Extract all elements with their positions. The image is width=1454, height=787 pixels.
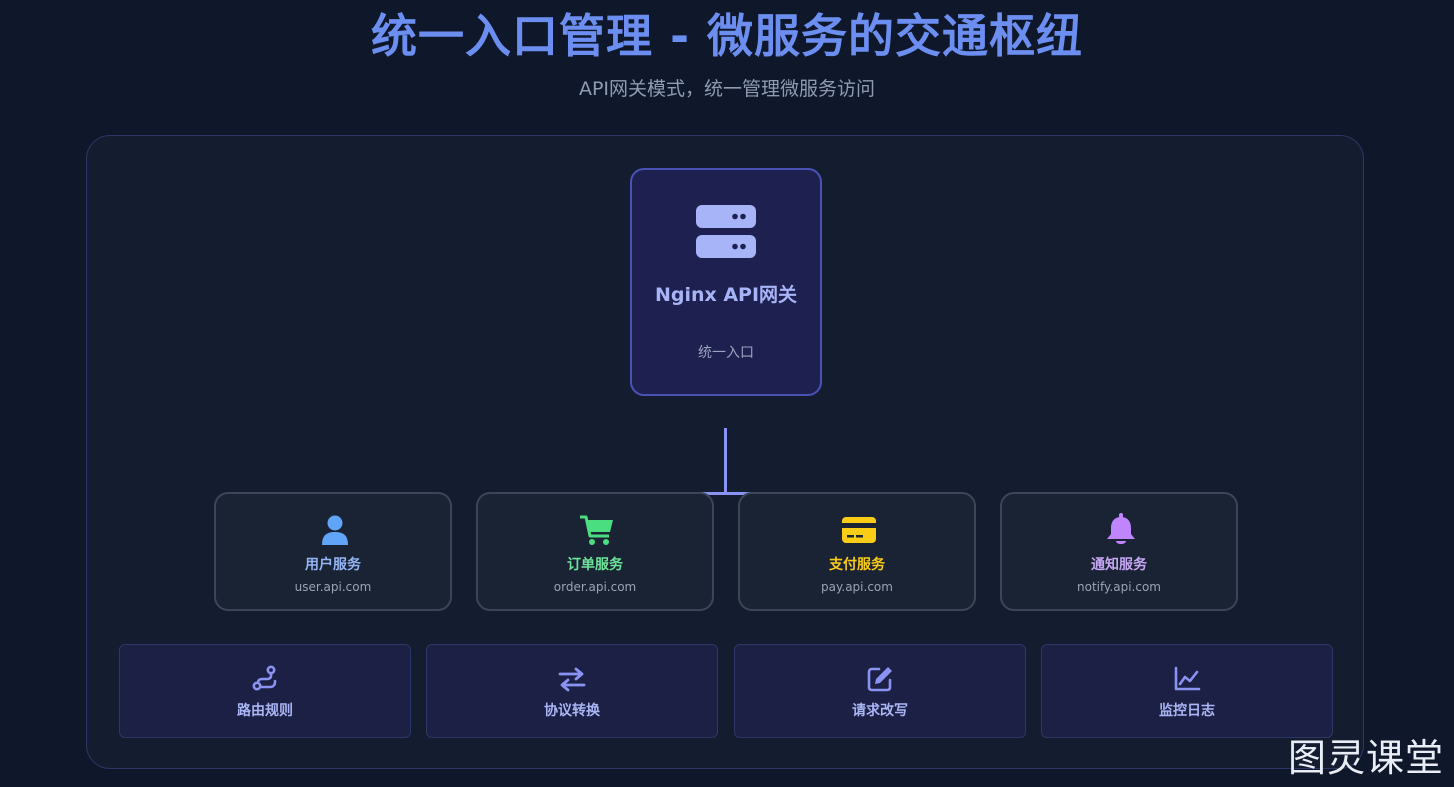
bell-icon: [1103, 512, 1139, 548]
service-card-order: 订单服务 order.api.com: [476, 492, 714, 611]
exchange-icon: [557, 664, 587, 694]
service-name: 用户服务: [305, 557, 361, 573]
feature-label: 请求改写: [852, 703, 908, 719]
feature-label: 协议转换: [544, 703, 600, 719]
service-name: 通知服务: [1091, 557, 1147, 573]
cart-icon: [579, 512, 615, 548]
edit-icon: [865, 664, 895, 694]
service-name: 订单服务: [567, 557, 623, 573]
user-icon: [317, 512, 353, 548]
feature-card-rewrite: 请求改写: [734, 644, 1026, 738]
service-card-user: 用户服务 user.api.com: [214, 492, 452, 611]
server-icon: [696, 205, 756, 263]
page-subtitle: API网关模式，统一管理微服务访问: [578, 78, 876, 100]
service-name: 支付服务: [829, 557, 885, 573]
service-host: order.api.com: [553, 580, 637, 594]
gateway-name: Nginx API网关: [654, 284, 798, 306]
feature-card-routing: 路由规则: [119, 644, 411, 738]
page-title: 统一入口管理 - 微服务的交通枢纽: [370, 9, 1084, 63]
service-card-pay: 支付服务 pay.api.com: [738, 492, 976, 611]
feature-card-monitor: 监控日志: [1041, 644, 1333, 738]
service-host: pay.api.com: [821, 580, 893, 594]
route-icon: [250, 664, 280, 694]
feature-label: 路由规则: [237, 703, 293, 719]
service-host: user.api.com: [294, 580, 372, 594]
chart-line-icon: [1172, 664, 1202, 694]
credit-card-icon: [841, 512, 877, 548]
feature-label: 监控日志: [1159, 703, 1215, 719]
service-host: notify.api.com: [1077, 580, 1161, 594]
gateway-subtitle: 统一入口: [698, 345, 754, 361]
watermark-text: 图灵课堂: [1287, 736, 1444, 780]
gateway-node: Nginx API网关 统一入口: [630, 168, 822, 396]
service-card-notify: 通知服务 notify.api.com: [1000, 492, 1238, 611]
feature-card-protocol: 协议转换: [426, 644, 718, 738]
connector-vertical: [724, 428, 727, 494]
